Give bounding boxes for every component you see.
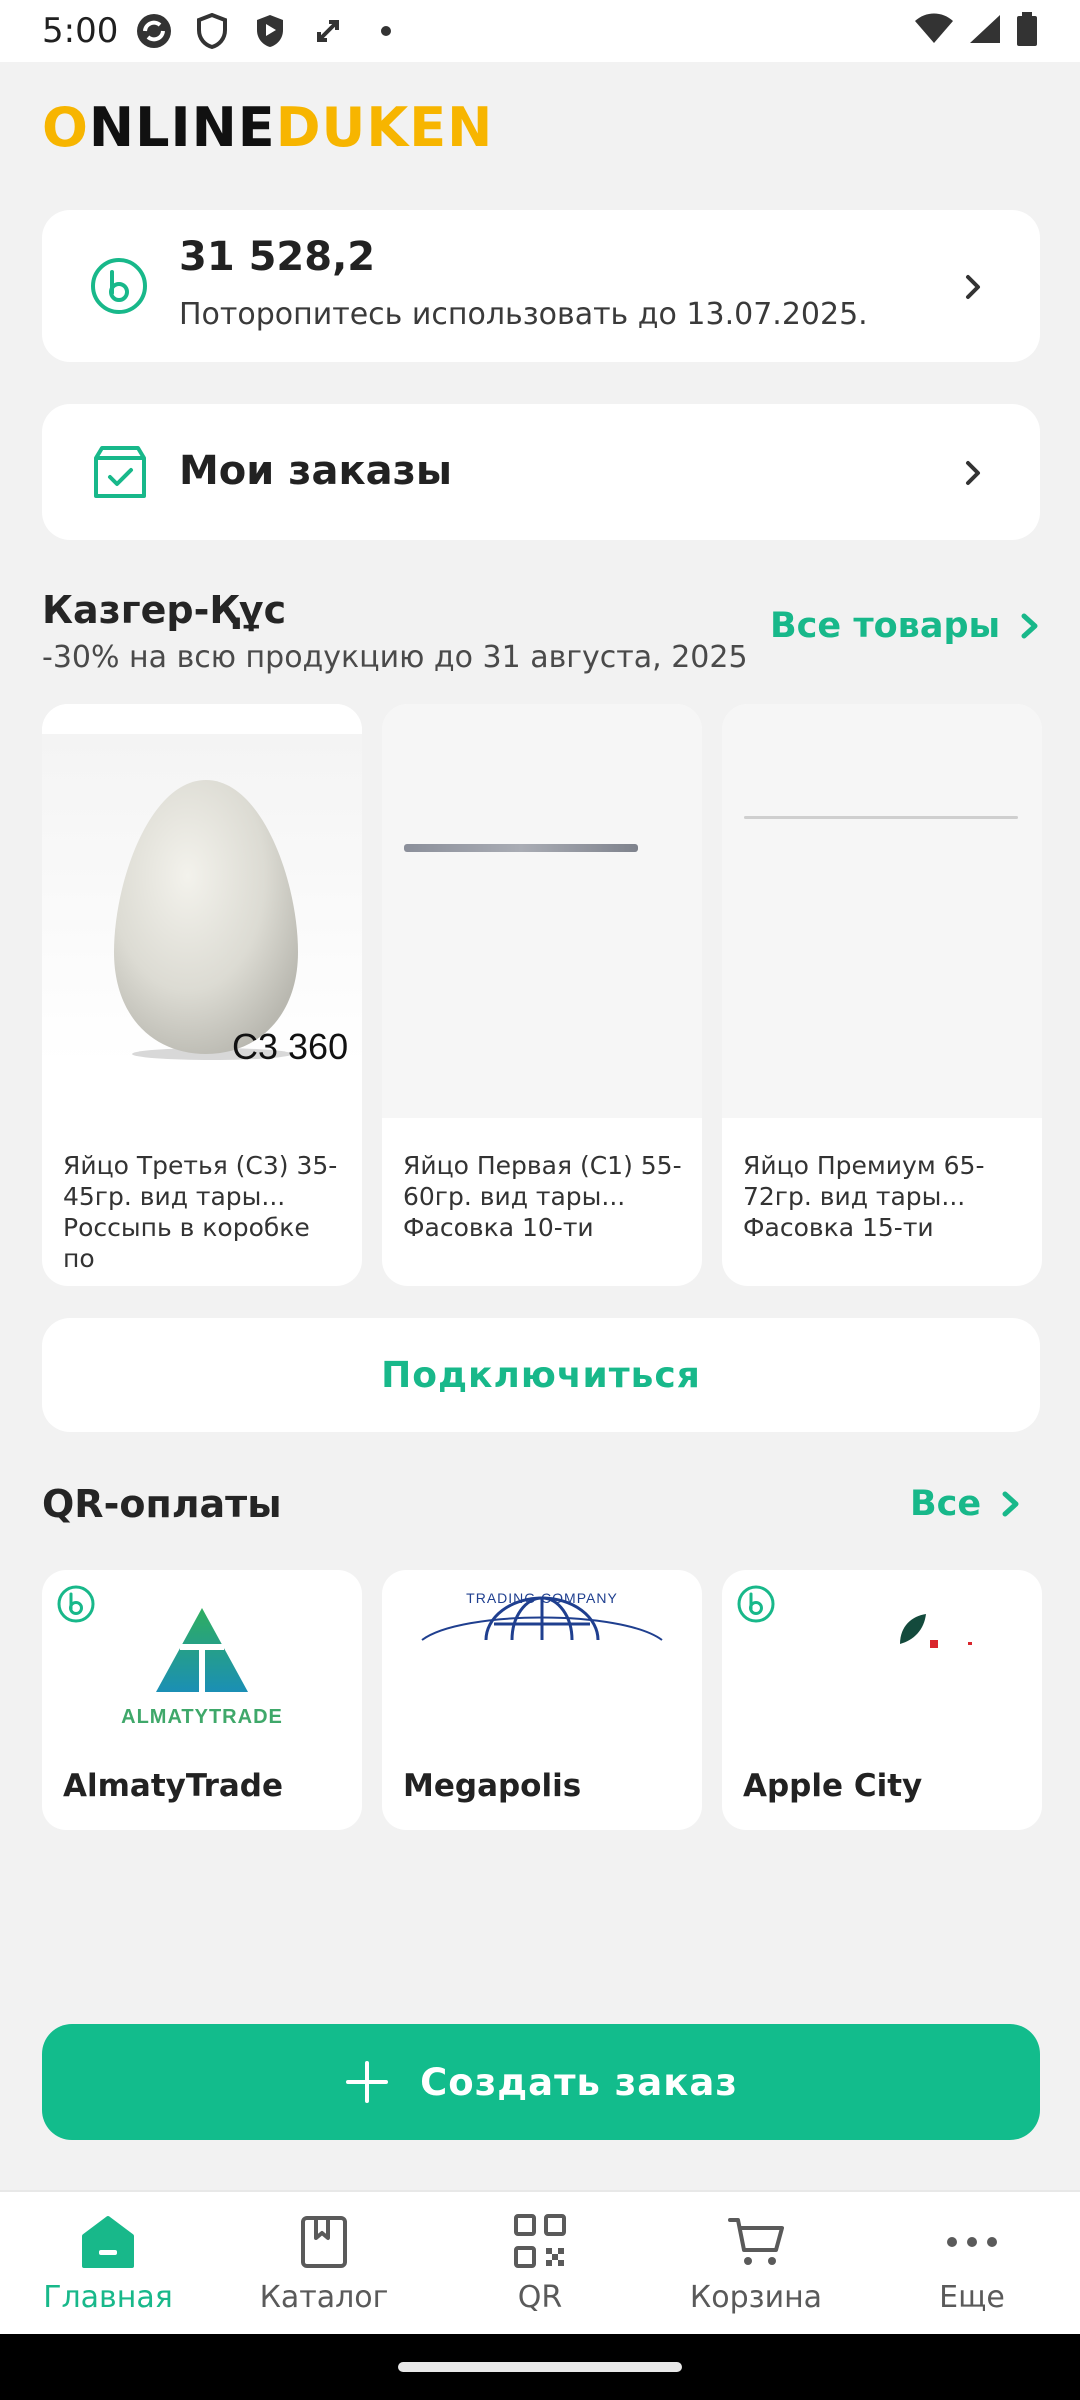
bonus-card[interactable]: 31 528,2 Поторопитесь использовать до 13… [42,210,1040,362]
shield-play-icon [250,11,290,51]
connect-button[interactable]: Подключиться [42,1318,1040,1432]
qr-section-title: QR-оплаты [42,1482,282,1526]
my-orders-card[interactable]: Мои заказы [42,404,1040,540]
bonus-b-icon [737,1585,775,1623]
plus-icon [346,2061,389,2103]
qr-all-label: Все [910,1484,982,1524]
tab-label: Главная [43,2280,173,2315]
merchant-logo-text: ALMATYTRADE [121,1706,283,1728]
logo-online: ONLINE [42,96,276,159]
merchant-name: Megapolis [403,1768,582,1804]
bottom-tab-bar: Главная Каталог QR Корзина Еще [0,2190,1080,2334]
battery-icon [1016,12,1038,50]
rotate-icon [308,11,348,51]
catalog-icon [301,2216,347,2268]
tab-qr[interactable]: QR [432,2192,648,2336]
chevron-right-icon [966,275,980,299]
tab-label: QR [517,2280,563,2315]
tab-catalog[interactable]: Каталог [216,2192,432,2336]
tab-home[interactable]: Главная [0,2192,216,2336]
product-name: Яйцо Третья (С3) 35-45гр. вид тары... Ро… [63,1151,338,1273]
all-products-link[interactable]: Все товары [770,606,1042,646]
tab-cart[interactable]: Корзина [648,2192,864,2336]
create-order-button[interactable]: Создать заказ [42,2024,1040,2140]
product-image-label: C3 360 [232,1026,349,1067]
product-card[interactable]: Яйцо Первая (С1) 55-60гр. вид тары... Фа… [382,704,702,1286]
system-nav-bar [0,2334,1080,2400]
shopping-bag-check-icon [94,446,146,498]
product-name: Яйцо Премиум 65-72гр. вид тары... Фасовк… [743,1151,985,1242]
merchant-card[interactable]: TRADING COMPANY Megapolis [382,1570,702,1830]
tab-label: Каталог [259,2280,389,2315]
chevron-right-icon [966,461,980,485]
logo-duken: DUKEN [275,96,494,159]
product-image [382,704,702,1118]
app-logo: ONLINEDUKEN [42,96,493,159]
product-card[interactable]: C3 360 Яйцо Третья (С3) 35-45гр. вид тар… [42,704,362,1286]
my-orders-label: Мои заказы [179,448,453,494]
merchant-card[interactable]: ALMATYTRADE AlmatyTrade [42,1570,362,1830]
qr-icon [514,2214,566,2268]
product-name: Яйцо Первая (С1) 55-60гр. вид тары... Фа… [403,1151,682,1242]
merchant-logo: ALMATYTRADE [62,1580,342,1750]
connect-label: Подключиться [381,1354,701,1396]
product-image: C3 360 [42,704,362,1118]
sync-icon [134,11,174,51]
shield-outline-icon [192,11,232,51]
status-time: 5:00 [42,11,119,51]
product-card[interactable]: Яйцо Премиум 65-72гр. вид тары... Фасовк… [722,704,1042,1286]
home-gesture-handle[interactable] [398,2362,682,2372]
promo-title: Казгер-Құс [42,588,287,632]
merchant-logo [742,1580,1022,1750]
all-products-label: Все товары [770,606,1001,646]
merchant-card[interactable]: Apple City [722,1570,1042,1830]
tab-more[interactable]: Еще [864,2192,1080,2336]
tab-label: Корзина [689,2280,823,2315]
merchant-logo-text: TRADING COMPANY [466,1590,618,1606]
chevron-right-icon [1002,1491,1019,1517]
chevron-right-icon [1021,613,1038,639]
dot-icon [366,11,406,51]
signal-icon [968,13,1002,49]
merchant-logo: TRADING COMPANY [402,1580,682,1750]
status-bar: 5:00 [0,0,1080,62]
merchant-name: AlmatyTrade [63,1768,284,1804]
tab-label: Еще [939,2280,1005,2315]
bonus-amount: 31 528,2 [179,234,376,280]
more-icon [947,2237,997,2247]
qr-all-link[interactable]: Все [910,1484,1023,1524]
promo-subtitle: -30% на всю продукцию до 31 августа, 202… [42,640,748,675]
cart-icon [728,2218,784,2265]
bonus-b-icon [57,1585,95,1623]
bonus-expiry-hint: Поторопитесь использовать до 13.07.2025. [179,297,868,332]
create-order-label: Создать заказ [420,2060,738,2104]
merchant-name: Apple City [743,1768,923,1804]
egg-image [114,780,298,1060]
product-image [722,704,1042,1118]
home-icon [82,2216,134,2268]
wifi-icon [914,13,954,49]
bonus-b-icon [91,258,147,314]
